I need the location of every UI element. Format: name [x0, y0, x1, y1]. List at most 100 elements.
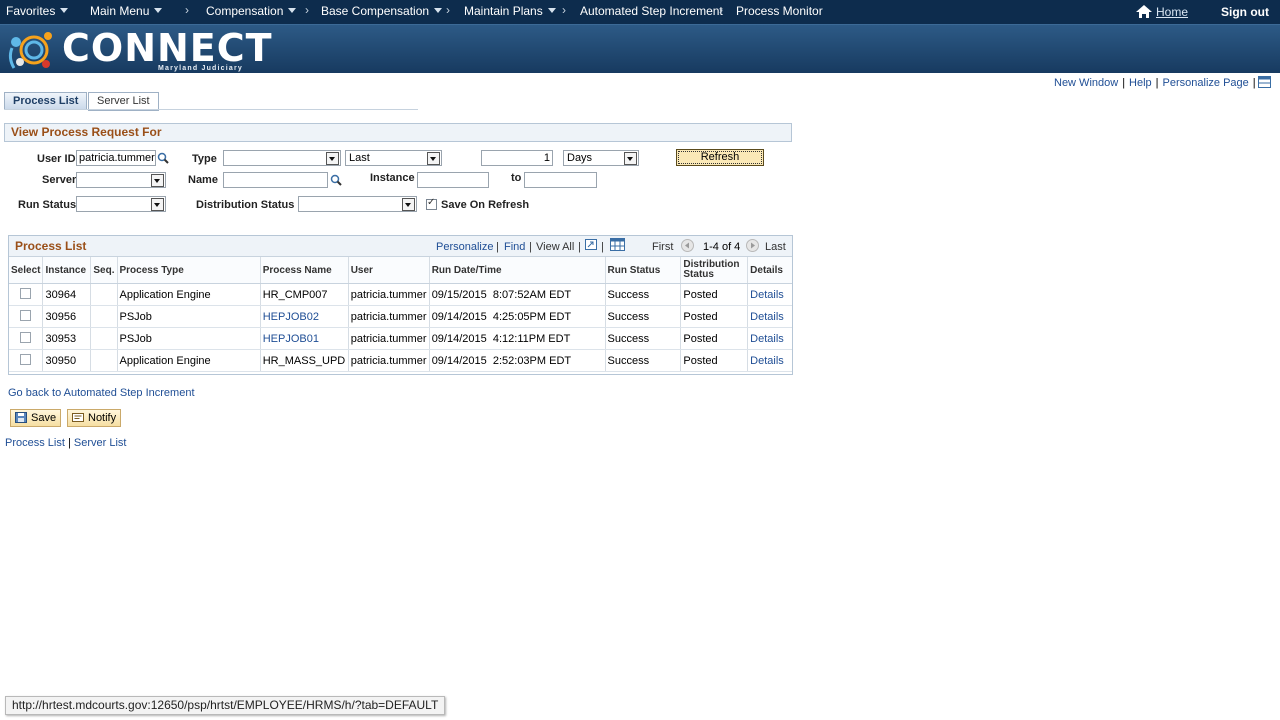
refresh-button[interactable]: Refresh — [676, 149, 764, 166]
search-icon[interactable] — [157, 152, 169, 164]
distribution-status-select[interactable] — [298, 196, 417, 212]
details-link[interactable]: Details — [747, 283, 792, 306]
instance-from-input[interactable] — [417, 172, 489, 188]
row-select-checkbox[interactable] — [20, 309, 32, 321]
favorites-menu[interactable]: Favorites — [6, 4, 69, 18]
download-spreadsheet-icon[interactable] — [610, 238, 625, 251]
breadcrumb-base-compensation[interactable]: Base Compensation — [321, 4, 443, 18]
table-row: 30953 PSJob HEPJOB01 patricia.tummer 09/14/2… — [9, 327, 792, 350]
user-cell: patricia.tummer — [348, 305, 430, 328]
column-header-select: Select — [9, 257, 44, 284]
separator: | — [496, 241, 499, 253]
tab-process-list[interactable]: Process List — [4, 92, 88, 110]
column-header-details: Details — [747, 257, 792, 284]
header-banner: CONNECT Maryland Judiciary — [0, 25, 1280, 73]
server-list-link[interactable]: Server List — [74, 437, 127, 449]
row-select-checkbox[interactable] — [20, 287, 32, 299]
instance-to-input[interactable] — [524, 172, 597, 188]
separator: | — [1122, 77, 1126, 89]
distribution-status-label: Distribution Status — [196, 199, 295, 211]
chevron-down-icon — [60, 8, 69, 13]
main-menu-label: Main Menu — [90, 4, 150, 18]
page-layout-icon[interactable] — [1258, 76, 1271, 88]
run-status-cell: Success — [605, 305, 682, 328]
row-select-checkbox[interactable] — [20, 353, 32, 365]
last-select[interactable]: Last — [345, 150, 442, 166]
row-select-cell — [9, 349, 44, 372]
row-select-checkbox[interactable] — [20, 331, 32, 343]
breadcrumb-label: Base Compensation — [321, 4, 430, 18]
interval-count-input[interactable]: 1 — [481, 150, 553, 166]
notify-button[interactable]: Notify — [67, 409, 122, 427]
run-datetime-cell: 09/14/2015 4:25:05PM EDT — [429, 305, 606, 328]
column-header-distribution-status[interactable]: Distribution Status — [680, 257, 749, 284]
separator: | — [1155, 77, 1159, 89]
column-header-process-type[interactable]: Process Type — [117, 257, 261, 284]
interval-unit-select[interactable]: Days — [563, 150, 639, 166]
save-on-refresh-checkbox[interactable] — [426, 197, 437, 210]
bottom-links: Process List | Server List — [5, 437, 126, 449]
run-status-select[interactable] — [76, 196, 166, 212]
process-name-cell: HR_CMP007 — [260, 283, 349, 306]
user-cell: patricia.tummer — [348, 327, 430, 350]
last-select-value: Last — [349, 152, 370, 164]
interval-unit-value: Days — [567, 152, 593, 164]
user-id-input[interactable]: patricia.tummer — [76, 150, 156, 166]
find-link[interactable]: Find — [504, 241, 525, 253]
help-link[interactable]: Help — [1129, 77, 1152, 89]
process-list-table: Select Instance Seq. Process Type Proces… — [9, 257, 792, 372]
sign-out-link[interactable]: Sign out — [1221, 5, 1269, 19]
home-icon[interactable] — [1136, 5, 1152, 18]
process-name-link[interactable]: HEPJOB02 — [260, 305, 349, 328]
save-button[interactable]: Save — [10, 409, 62, 427]
instance-cell: 30950 — [42, 349, 92, 372]
column-header-run-datetime[interactable]: Run Date/Time — [429, 257, 606, 284]
type-select[interactable] — [223, 150, 341, 166]
search-icon[interactable] — [330, 174, 342, 186]
column-header-instance[interactable]: Instance — [42, 257, 92, 284]
breadcrumb-maintain-plans[interactable]: Maintain Plans — [464, 4, 556, 18]
process-list-link[interactable]: Process List — [5, 437, 65, 449]
tab-divider — [4, 109, 418, 110]
column-header-run-status[interactable]: Run Status — [605, 257, 682, 284]
row-select-cell — [9, 327, 44, 350]
home-link[interactable]: Home — [1156, 5, 1188, 19]
row-select-cell — [9, 283, 44, 306]
separator: | — [529, 241, 532, 253]
distribution-status-cell: Posted — [680, 327, 749, 350]
name-input[interactable] — [223, 172, 328, 188]
instance-label: Instance — [370, 172, 415, 184]
breadcrumb-automated-step-increment[interactable]: Automated Step Increment — [580, 4, 723, 18]
process-type-cell: Application Engine — [117, 349, 261, 372]
notify-label: Notify — [88, 412, 117, 424]
breadcrumb-separator-icon: › — [305, 3, 309, 17]
personalize-page-link[interactable]: Personalize Page — [1163, 77, 1249, 89]
user-id-label: User ID — [37, 153, 76, 165]
view-all-link[interactable]: View All — [536, 241, 574, 253]
utility-links: New Window | Help | Personalize Page | — [1054, 77, 1260, 89]
dropdown-arrow-icon — [427, 152, 440, 165]
favorites-label: Favorites — [6, 4, 56, 18]
new-window-link[interactable]: New Window — [1054, 77, 1118, 89]
go-back-link[interactable]: Go back to Automated Step Increment — [8, 387, 195, 399]
details-link[interactable]: Details — [747, 305, 792, 328]
column-header-user[interactable]: User — [348, 257, 430, 284]
run-status-label: Run Status — [18, 199, 77, 211]
column-header-seq[interactable]: Seq. — [90, 257, 118, 284]
details-link[interactable]: Details — [747, 327, 792, 350]
personalize-link[interactable]: Personalize — [436, 241, 493, 253]
distribution-status-cell: Posted — [680, 305, 749, 328]
breadcrumb-compensation[interactable]: Compensation — [206, 4, 297, 18]
breadcrumb-separator-icon: › — [562, 3, 566, 17]
server-select[interactable] — [76, 172, 166, 188]
process-name-link[interactable]: HEPJOB01 — [260, 327, 349, 350]
logo-text: CONNECT — [62, 26, 273, 70]
table-row: 30950 Application Engine HR_MASS_UPD patric… — [9, 349, 792, 372]
separator: | — [601, 241, 604, 253]
dropdown-arrow-icon — [326, 152, 339, 165]
main-menu[interactable]: Main Menu — [90, 4, 163, 18]
zoom-grid-icon[interactable] — [585, 239, 597, 250]
details-link[interactable]: Details — [747, 349, 792, 372]
chevron-down-icon — [288, 8, 297, 13]
column-header-process-name[interactable]: Process Name — [260, 257, 349, 284]
